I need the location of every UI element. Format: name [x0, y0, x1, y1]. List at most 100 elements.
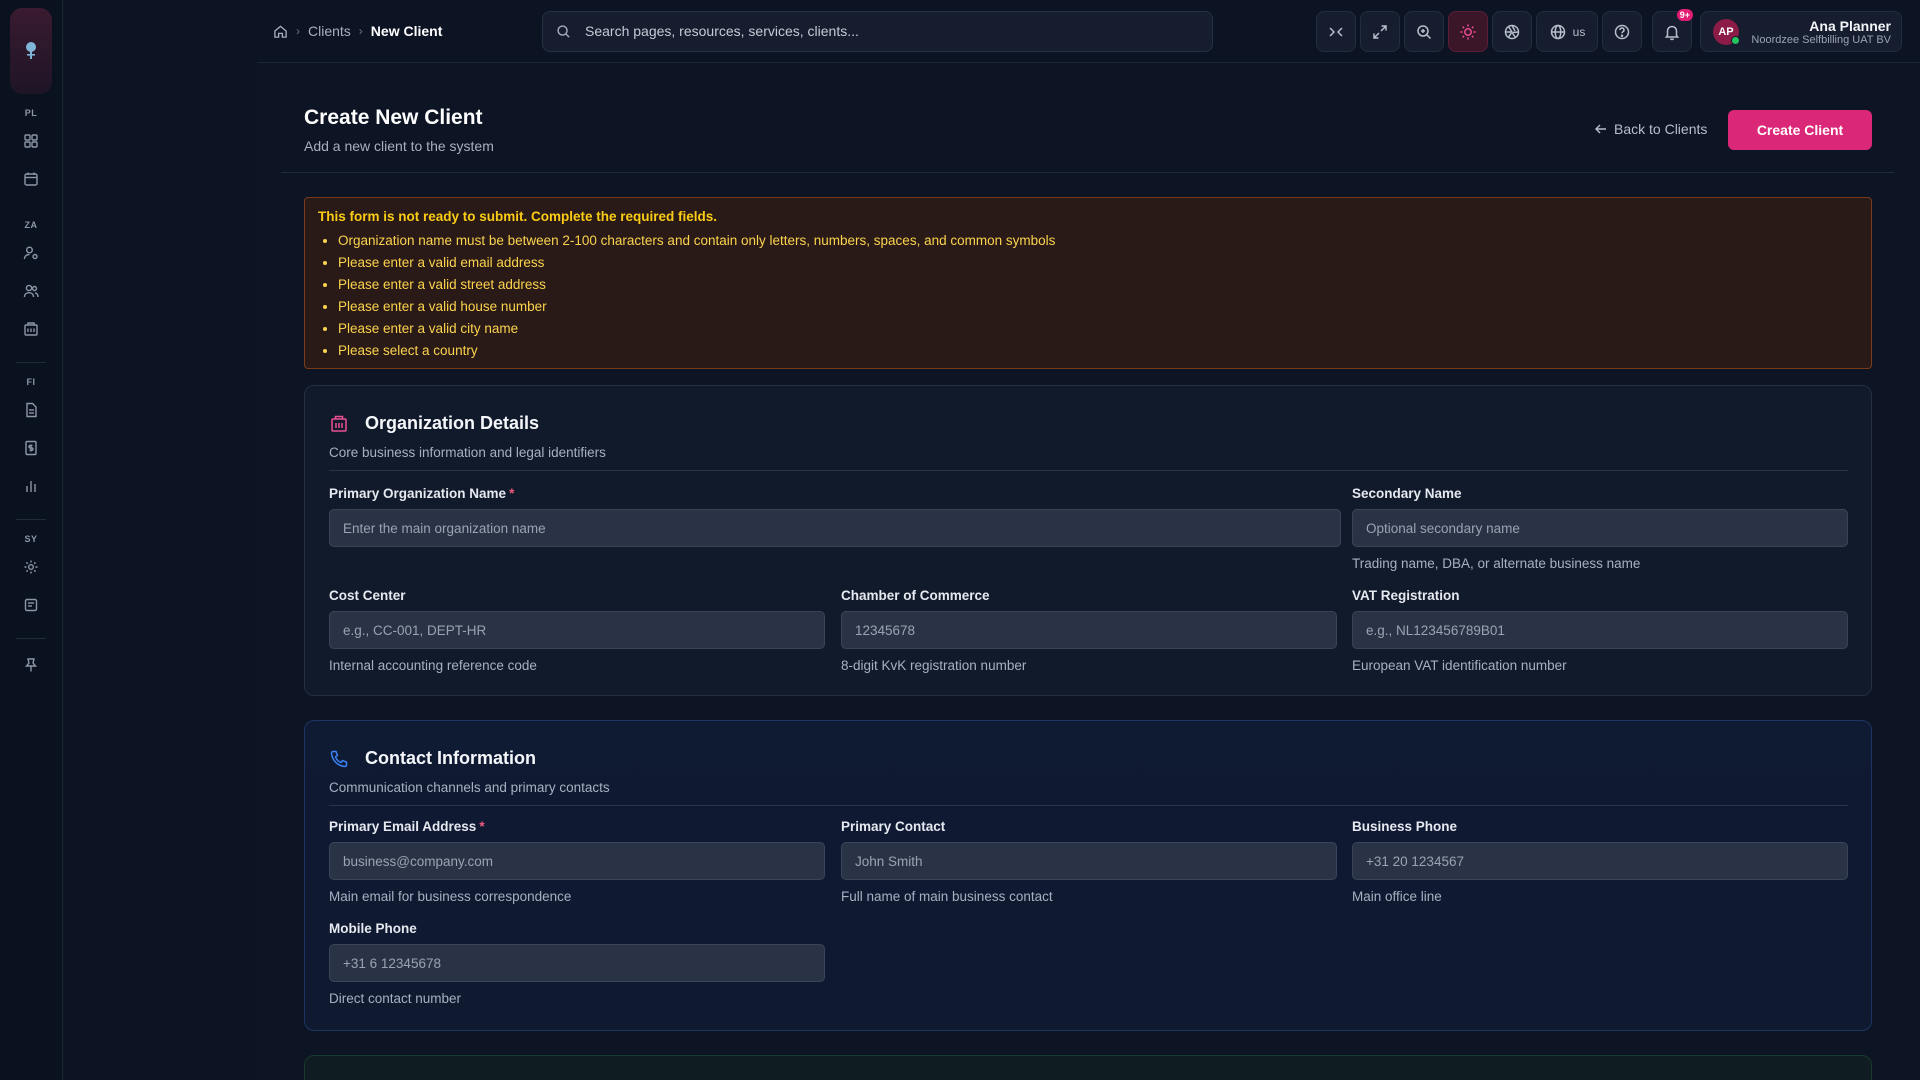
theme-toggle-button[interactable]	[1448, 11, 1488, 52]
search-placeholder: Search pages, resources, services, clien…	[585, 23, 859, 39]
secondary-name-field: Secondary Name Trading name, DBA, or alt…	[1352, 486, 1848, 571]
global-search[interactable]: Search pages, resources, services, clien…	[542, 10, 1213, 52]
document-icon[interactable]	[13, 392, 49, 428]
rail-group-label: ZA	[24, 220, 38, 230]
create-client-button[interactable]: Create Client	[1728, 110, 1872, 150]
back-to-clients-link[interactable]: Back to Clients	[1594, 121, 1707, 137]
fullscreen-button[interactable]	[1360, 11, 1400, 52]
aperture-icon	[1504, 24, 1520, 39]
app-logo[interactable]	[10, 8, 52, 94]
required-marker: *	[509, 486, 515, 501]
user-name: Ana Planner	[1809, 17, 1891, 34]
section-divider	[329, 805, 1848, 806]
rail-divider	[16, 362, 46, 363]
field-label: Primary Contact	[841, 819, 946, 834]
primary-org-name-input[interactable]	[329, 509, 1341, 547]
pin-icon[interactable]	[13, 647, 49, 683]
field-help: Direct contact number	[329, 991, 462, 1006]
appearance-button[interactable]	[1492, 11, 1532, 52]
phone-icon	[330, 750, 348, 768]
collapse-sidebar-button[interactable]	[1316, 11, 1356, 52]
cost-center-input[interactable]	[329, 611, 825, 649]
rail-group-label: FI	[26, 377, 36, 387]
secondary-panel	[64, 0, 257, 1080]
field-label: Mobile Phone	[329, 921, 417, 936]
field-label: Secondary Name	[1352, 486, 1462, 501]
dashboard-icon[interactable]	[13, 123, 49, 159]
bar-chart-icon[interactable]	[13, 468, 49, 504]
contact-information-card: Contact Information Communication channe…	[304, 720, 1872, 1031]
rail-group-label: SY	[24, 534, 38, 544]
field-help: Main office line	[1352, 889, 1442, 904]
primary-contact-input[interactable]	[841, 842, 1337, 880]
notifications-button[interactable]: 9+	[1652, 9, 1693, 52]
header-divider	[281, 172, 1894, 173]
breadcrumb-clients[interactable]: Clients	[308, 23, 351, 39]
chevron-right-icon: ›	[296, 24, 300, 38]
label-text: Primary Email Address	[329, 819, 477, 834]
field-help: Main email for business correspondence	[329, 889, 572, 904]
next-section-card	[304, 1055, 1872, 1080]
error-item: Please select a country	[338, 340, 1858, 362]
field-label: Chamber of Commerce	[841, 588, 990, 603]
label-text: Primary Organization Name	[329, 486, 507, 501]
mobile-phone-input[interactable]	[329, 944, 825, 982]
arrow-left-icon	[1595, 124, 1606, 134]
field-label: Primary Email Address *	[329, 819, 825, 836]
search-icon	[556, 24, 571, 39]
gear-icon[interactable]	[13, 549, 49, 585]
calendar-icon[interactable]	[13, 161, 49, 197]
page-subtitle: Add a new client to the system	[304, 138, 494, 154]
invoice-icon[interactable]	[13, 430, 49, 466]
rail-group-label: PL	[24, 108, 38, 118]
error-item: Please enter a valid house number	[338, 296, 1858, 318]
business-phone-field: Business Phone Main office line	[1352, 819, 1848, 904]
section-divider	[329, 470, 1848, 471]
globe-icon	[1550, 24, 1565, 39]
validation-error-box: This form is not ready to submit. Comple…	[304, 197, 1872, 369]
chamber-of-commerce-input[interactable]	[841, 611, 1337, 649]
bell-icon	[1664, 25, 1680, 40]
help-circle-icon	[1614, 24, 1630, 39]
help-button[interactable]	[1602, 11, 1642, 52]
cost-center-field: Cost Center Internal accounting referenc…	[329, 588, 825, 673]
language-selector[interactable]: us	[1536, 11, 1598, 52]
breadcrumb-current: New Client	[370, 23, 443, 39]
building-icon	[331, 415, 347, 432]
rail-divider	[16, 519, 46, 520]
field-label: Primary Organization Name *	[329, 486, 1341, 503]
avatar: AP	[1713, 18, 1740, 45]
page-title: Create New Client	[304, 106, 483, 129]
user-menu[interactable]: AP Ana Planner Noordzee Selfbilling UAT …	[1700, 11, 1902, 52]
zoom-button[interactable]	[1404, 11, 1444, 52]
user-settings-icon[interactable]	[13, 235, 49, 271]
language-code: us	[1572, 24, 1586, 39]
field-label: Cost Center	[329, 588, 406, 603]
section-title: Contact Information	[365, 748, 536, 768]
logo-icon	[26, 42, 36, 59]
chevron-right-icon: ›	[358, 24, 363, 38]
rail-divider	[16, 638, 46, 639]
error-item: Organization name must be between 2-100 …	[338, 230, 1858, 252]
field-label: Business Phone	[1352, 819, 1458, 834]
home-icon[interactable]	[273, 24, 288, 39]
back-label: Back to Clients	[1614, 121, 1708, 137]
vat-registration-input[interactable]	[1352, 611, 1848, 649]
user-org: Noordzee Selfbilling UAT BV	[1751, 33, 1891, 46]
primary-contact-field: Primary Contact Full name of main busine…	[841, 819, 1337, 904]
log-icon[interactable]	[13, 587, 49, 623]
business-phone-input[interactable]	[1352, 842, 1848, 880]
error-item: Please enter a valid city name	[338, 318, 1858, 340]
primary-email-input[interactable]	[329, 842, 825, 880]
organization-details-card: Organization Details Core business infor…	[304, 385, 1872, 696]
users-icon[interactable]	[13, 273, 49, 309]
field-help: 8-digit KvK registration number	[841, 658, 1027, 673]
field-help: Internal accounting reference code	[329, 658, 537, 673]
chamber-of-commerce-field: Chamber of Commerce 8-digit KvK registra…	[841, 588, 1337, 673]
error-title: This form is not ready to submit. Comple…	[318, 209, 718, 224]
primary-email-field: Primary Email Address* Main email for bu…	[329, 819, 825, 904]
toolbar-actions: us 9+ AP Ana Planner Noordzee Selfbillin…	[1316, 9, 1902, 52]
required-marker: *	[479, 819, 485, 834]
secondary-name-input[interactable]	[1352, 509, 1848, 547]
building-icon[interactable]	[13, 311, 49, 347]
